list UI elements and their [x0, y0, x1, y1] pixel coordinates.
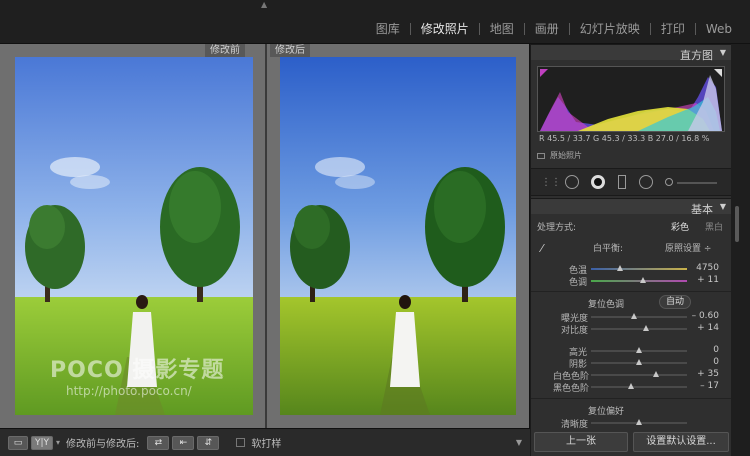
tint-value[interactable]: + 11 [697, 275, 719, 285]
module-bar: ▲ 图库 修改照片 地图 画册 幻灯片放映 打印 Web [0, 0, 750, 44]
module-map[interactable]: 地图 [480, 20, 524, 37]
module-library[interactable]: 图库 [366, 20, 410, 37]
bottom-toolbar: ▭ Y|Y ▾ 修改前与修改后: ⇄ ⇤ ⇵ 软打样 ▼ [0, 428, 530, 456]
soft-proof-label: 软打样 [251, 439, 282, 450]
section-divider [531, 291, 731, 292]
swap-before-after-button[interactable]: ⇵ [197, 435, 220, 450]
watermark-brand: POCO 摄影专题 [50, 358, 225, 383]
white-balance-select[interactable]: 原照设置 ÷ [665, 241, 711, 254]
collapse-icon[interactable]: ▼ [720, 202, 726, 211]
soft-proof-checkbox[interactable] [236, 438, 246, 447]
module-book[interactable]: 画册 [525, 20, 569, 37]
blacks-slider-thumb[interactable] [628, 383, 634, 389]
spot-removal-icon[interactable] [565, 175, 579, 189]
auto-tone-button[interactable]: 自动 [659, 295, 691, 309]
contrast-label: 对比度 [561, 326, 589, 336]
module-develop[interactable]: 修改照片 [411, 20, 479, 37]
copy-before-to-after-button[interactable]: ⇄ [147, 435, 170, 450]
adjustment-brush-icon[interactable] [665, 178, 673, 186]
reset-presence-label[interactable]: 复位偏好 [531, 404, 681, 417]
copy-after-to-before-button[interactable]: ⇤ [172, 435, 195, 450]
module-picker: 图库 修改照片 地图 画册 幻灯片放映 打印 Web [366, 20, 742, 37]
reset-defaults-button[interactable]: 设置默认设置... [633, 432, 729, 452]
compare-view: 修改前 修改后 POCO 摄影专题 http://photo.poco.cn/ [0, 44, 530, 428]
panel-scrollbar-track[interactable] [731, 44, 750, 456]
top-panel-toggle-icon[interactable]: ▲ [261, 0, 267, 9]
temp-slider-thumb[interactable] [617, 265, 623, 271]
histogram-readout: R 45.5 / 33.7 G 45.3 / 33.3 B 27.0 / 16.… [539, 134, 710, 143]
toolbar-options-chevron-icon[interactable]: ▼ [516, 438, 522, 447]
before-pane-label: 修改前 [205, 44, 245, 57]
temp-slider[interactable] [591, 268, 687, 270]
highlight-clipping-indicator[interactable] [714, 69, 722, 77]
exposure-value[interactable]: – 0.60 [692, 311, 719, 321]
whites-slider-thumb[interactable] [653, 371, 659, 377]
treatment-bw-option[interactable]: 黑白 [705, 220, 723, 233]
shadows-value[interactable]: 0 [713, 357, 719, 367]
panel-scrollbar-thumb[interactable] [735, 206, 739, 242]
develop-panel: 直方图 ▼ R 45.5 / 33.7 G 45.3 / 33.3 B 27.0… [531, 44, 731, 456]
compare-divider[interactable] [265, 44, 267, 428]
graduated-filter-icon[interactable] [618, 175, 626, 189]
white-balance-picker-icon[interactable]: ⁄ [541, 242, 543, 255]
radial-filter-icon[interactable] [639, 175, 653, 189]
collapse-icon[interactable]: ▼ [720, 48, 726, 57]
crop-tool-icon[interactable]: ⋮⋮ [541, 177, 561, 188]
original-photo-label: 原始照片 [550, 151, 582, 160]
after-photo[interactable] [280, 57, 516, 415]
watermark-url: http://photo.poco.cn/ [66, 384, 192, 398]
after-pane-label: 修改后 [270, 44, 310, 57]
histogram-title: 直方图 [680, 49, 713, 62]
exposure-slider[interactable] [591, 316, 687, 318]
basic-title: 基本 [691, 203, 713, 216]
contrast-slider-thumb[interactable] [643, 325, 649, 331]
tint-label: 色调 [569, 278, 588, 288]
shadows-slider-thumb[interactable] [636, 359, 642, 365]
blacks-label: 黑色色阶 [553, 384, 590, 394]
previous-button[interactable]: 上一张 [534, 432, 628, 452]
contrast-value[interactable]: + 14 [697, 323, 719, 333]
highlights-value[interactable]: 0 [713, 345, 719, 355]
whites-slider[interactable] [591, 374, 687, 376]
clarity-label: 清晰度 [561, 420, 589, 430]
tint-slider[interactable] [591, 280, 687, 282]
section-divider [531, 398, 731, 399]
whites-value[interactable]: + 35 [697, 369, 719, 379]
loupe-view-button[interactable]: ▭ [8, 435, 28, 450]
tint-slider-thumb[interactable] [640, 277, 646, 283]
original-photo-icon [537, 152, 545, 159]
module-slideshow[interactable]: 幻灯片放映 [570, 20, 650, 37]
compare-label: 修改前与修改后: [66, 439, 140, 450]
highlights-slider-thumb[interactable] [636, 347, 642, 353]
red-eye-icon[interactable] [591, 175, 605, 189]
contrast-slider[interactable] [591, 328, 687, 330]
watermark: POCO 摄影专题 http://photo.poco.cn/ [50, 352, 224, 398]
blacks-slider[interactable] [591, 386, 687, 388]
blacks-value[interactable]: – 17 [700, 381, 719, 391]
temp-value[interactable]: 4750 [696, 263, 719, 273]
white-balance-label: 白平衡: [593, 244, 624, 254]
tool-strip: ⋮⋮ [531, 168, 731, 196]
histogram-chart [537, 66, 725, 132]
treatment-color-option[interactable]: 彩色 [671, 220, 689, 233]
module-print[interactable]: 打印 [651, 20, 695, 37]
compare-view-button[interactable]: Y|Y [31, 435, 53, 450]
exposure-slider-thumb[interactable] [631, 313, 637, 319]
compare-mode-chevron-icon[interactable]: ▾ [56, 438, 60, 447]
original-photo-row[interactable]: 原始照片 [537, 150, 582, 161]
module-web[interactable]: Web [696, 22, 742, 36]
clarity-slider-thumb[interactable] [636, 419, 642, 425]
treatment-label: 处理方式: [537, 223, 577, 233]
brush-size-slider[interactable] [677, 182, 717, 184]
histogram-header[interactable]: 直方图 ▼ [531, 44, 731, 62]
basic-header[interactable]: 基本 ▼ [531, 198, 731, 216]
shadow-clipping-indicator[interactable] [540, 69, 548, 77]
